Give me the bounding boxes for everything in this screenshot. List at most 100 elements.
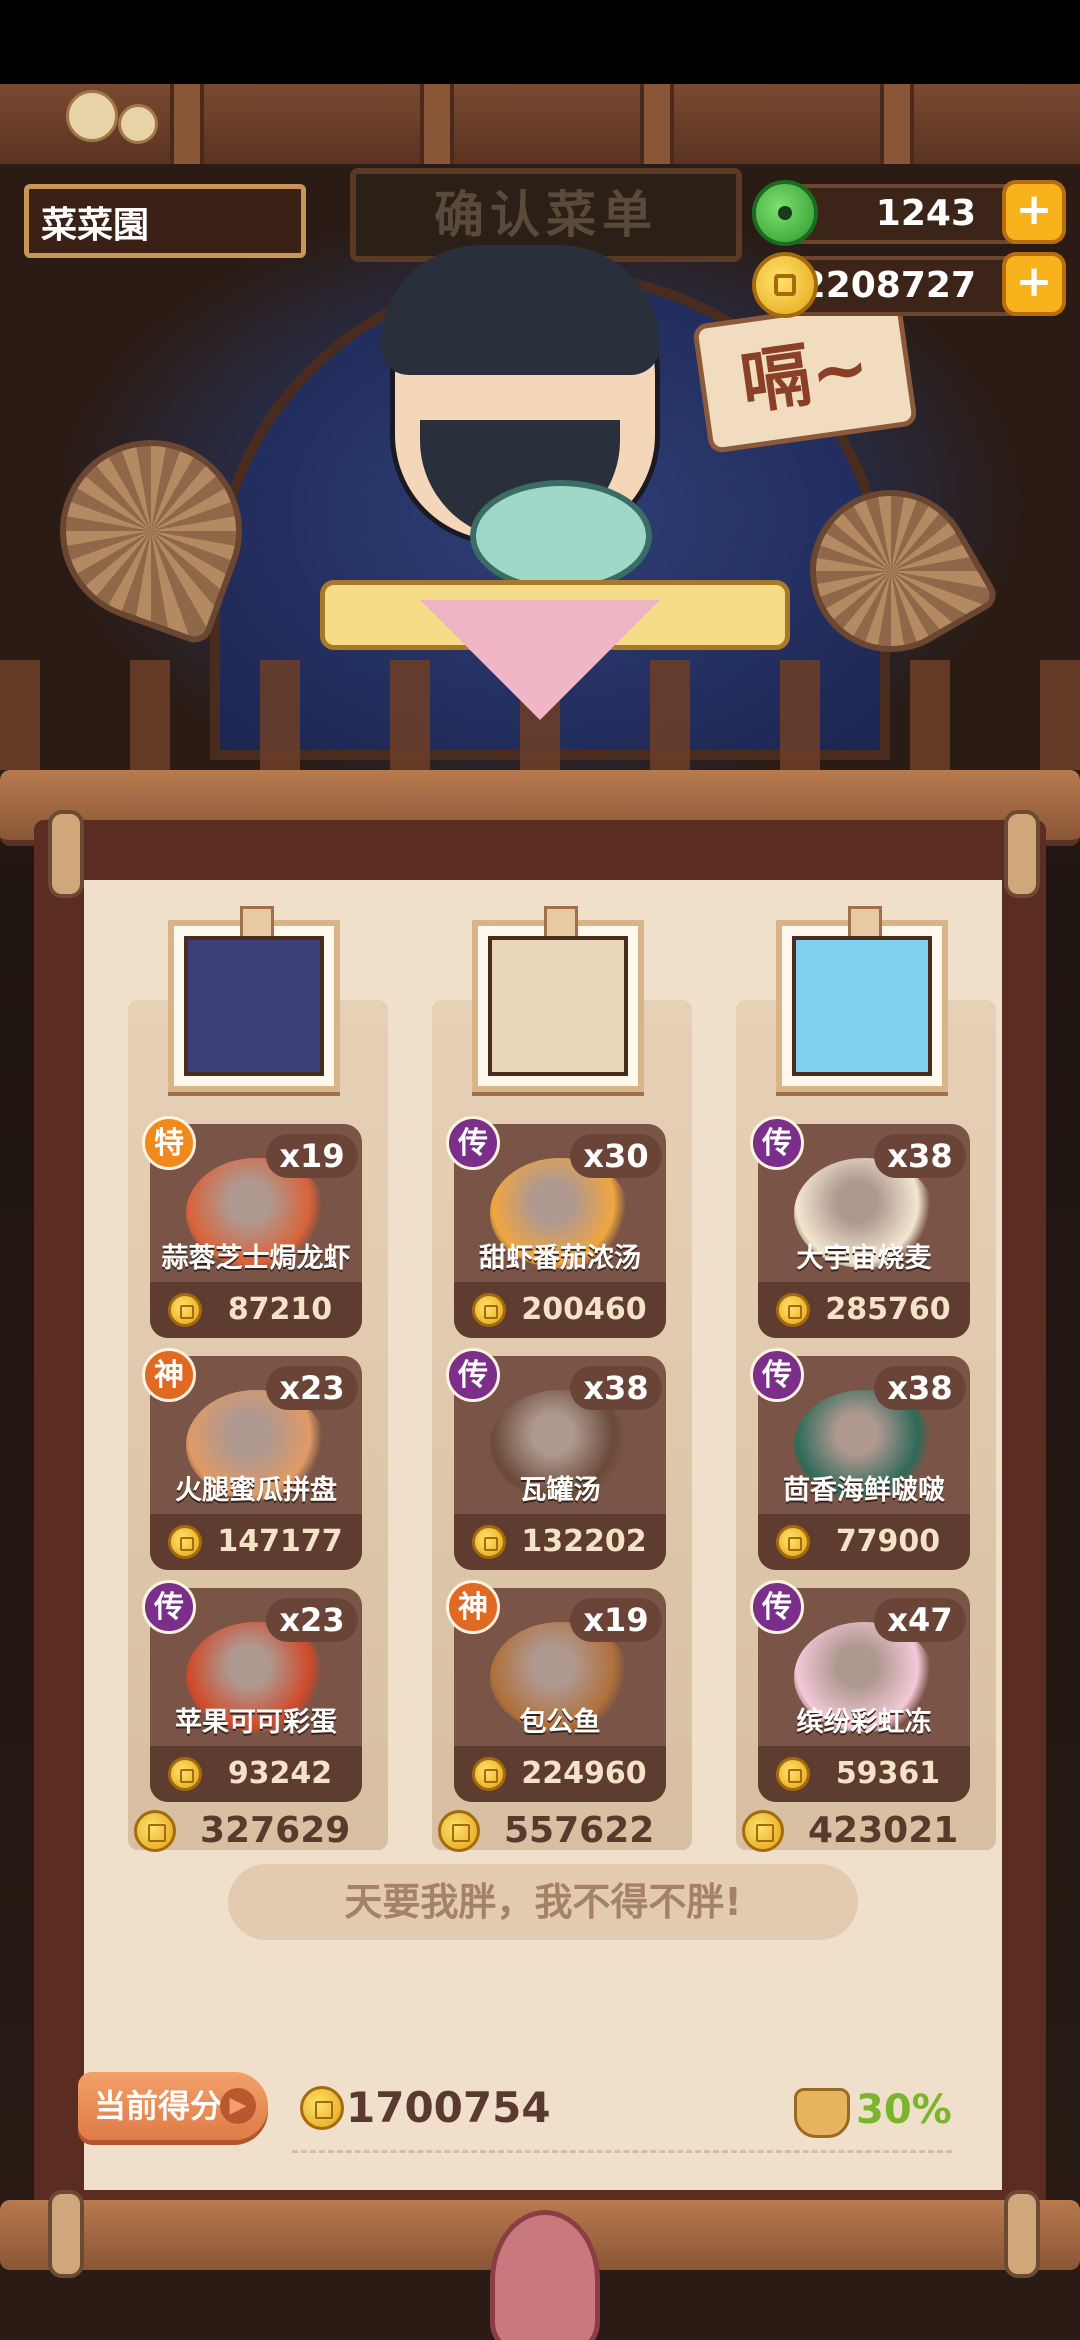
dish-name: 瓦罐汤: [519, 1475, 601, 1506]
beam-post: [420, 84, 454, 164]
game-screen: 确认菜单 嗝~ 菜菜園 1243 + 2208727 + 特 x19 蒜蓉芝士焗龙虾…: [0, 0, 1080, 2340]
decorative-knot-icon: [490, 2210, 600, 2340]
beam-post: [170, 84, 204, 164]
wooden-beam: [0, 84, 1080, 170]
dish-price: 59361: [835, 1756, 941, 1791]
dish-quantity: x23: [266, 1598, 358, 1642]
dish-name: 包公鱼: [519, 1707, 601, 1738]
price-bar: 285760: [758, 1282, 970, 1338]
coin-icon: [134, 1810, 176, 1852]
jade-amount: 1243: [875, 193, 976, 234]
coin-icon: [168, 1525, 202, 1559]
dish-card[interactable]: 传 x23 苹果可可彩蛋 93242: [142, 1580, 362, 1802]
customer-portrait[interactable]: [472, 906, 644, 1092]
price-bar: 93242: [150, 1746, 362, 1802]
rarity-badge: 传: [750, 1116, 804, 1170]
coin-amount: 2208727: [800, 265, 976, 306]
dish-card[interactable]: 神 x19 包公鱼 224960: [446, 1580, 666, 1802]
chick-icon: [66, 90, 118, 142]
customer-portrait[interactable]: [168, 906, 340, 1092]
coin-icon: [472, 1293, 506, 1327]
chef-hair: [380, 245, 660, 375]
pin-icon: [240, 906, 274, 940]
rarity-badge: 神: [142, 1348, 196, 1402]
chick-icon: [118, 104, 158, 144]
white-hair-man-portrait: [488, 936, 628, 1076]
restaurant-name[interactable]: 菜菜園: [24, 184, 306, 258]
add-jade-button[interactable]: +: [1002, 180, 1066, 244]
pin-icon: [544, 906, 578, 940]
dish-card[interactable]: 传 x38 瓦罐汤 132202: [446, 1348, 666, 1570]
dish-quantity: x38: [874, 1134, 966, 1178]
dish-name: 缤纷彩虹冻: [796, 1707, 932, 1738]
current-score-label: 当前得分: [94, 2087, 223, 2125]
price-bar: 59361: [758, 1746, 970, 1802]
beam-post: [640, 84, 674, 164]
blue-hair-girl-portrait: [792, 936, 932, 1076]
rod-end: [1004, 810, 1040, 898]
dish-price: 132202: [521, 1524, 647, 1559]
divider: [292, 2150, 952, 2153]
coin-icon: [300, 2086, 344, 2130]
dish-price: 87210: [227, 1292, 333, 1327]
rarity-badge: 传: [750, 1348, 804, 1402]
current-score-button[interactable]: 当前得分 ▶: [78, 2072, 268, 2140]
plate-icon: [470, 480, 652, 592]
coin-icon: [776, 1293, 810, 1327]
dish-name: 大宇宙烧麦: [796, 1243, 932, 1274]
rarity-badge: 神: [446, 1580, 500, 1634]
rarity-badge: 传: [750, 1580, 804, 1634]
dish-card[interactable]: 传 x30 甜虾番茄浓汤 200460: [446, 1116, 666, 1338]
dish-price: 224960: [521, 1756, 647, 1791]
column-total-value: 423021: [808, 1810, 959, 1851]
dish-name: 甜虾番茄浓汤: [479, 1243, 641, 1274]
dish-card[interactable]: 传 x38 茴香海鲜啵啵 77900: [750, 1348, 970, 1570]
price-bar: 224960: [454, 1746, 666, 1802]
coin-icon: [438, 1810, 480, 1852]
coin-icon: [168, 1757, 202, 1791]
price-bar: 132202: [454, 1514, 666, 1570]
dish-card[interactable]: 传 x38 大宇宙烧麦 285760: [750, 1116, 970, 1338]
dish-quantity: x47: [874, 1598, 966, 1642]
dish-price: 285760: [825, 1292, 951, 1327]
dish-quantity: x19: [570, 1598, 662, 1642]
dish-quantity: x30: [570, 1134, 662, 1178]
beam-post: [880, 84, 914, 164]
play-arrow-icon: ▶: [220, 2088, 256, 2124]
dish-card[interactable]: 特 x19 蒜蓉芝士焗龙虾 87210: [142, 1116, 362, 1338]
dish-quantity: x19: [266, 1134, 358, 1178]
rod-end: [48, 810, 84, 898]
pin-icon: [848, 906, 882, 940]
column-total-value: 557622: [504, 1810, 655, 1851]
coin-icon: [168, 1293, 202, 1327]
customer-portrait[interactable]: [776, 906, 948, 1092]
status-bar-area: [0, 0, 1080, 84]
total-score-value: 1700754: [346, 2083, 551, 2132]
dish-price: 77900: [835, 1524, 941, 1559]
price-bar: 147177: [150, 1514, 362, 1570]
price-bar: 87210: [150, 1282, 362, 1338]
dish-name: 蒜蓉芝士焗龙虾: [161, 1243, 351, 1274]
price-bar: 200460: [454, 1282, 666, 1338]
rarity-badge: 传: [446, 1116, 500, 1170]
rod-end: [48, 2190, 84, 2278]
coin-icon: [472, 1525, 506, 1559]
coin-icon: [776, 1525, 810, 1559]
jade-icon: [752, 180, 818, 246]
dish-card[interactable]: 神 x23 火腿蜜瓜拼盘 147177: [142, 1348, 362, 1570]
coin-currency: 2208727 +: [752, 252, 1066, 318]
dish-name: 苹果可可彩蛋: [175, 1707, 337, 1738]
price-bar: 77900: [758, 1514, 970, 1570]
coin-icon: [776, 1757, 810, 1791]
coin-icon: [752, 252, 818, 318]
bonus-percent: 30%: [856, 2087, 952, 2133]
dish-name: 茴香海鲜啵啵: [783, 1475, 945, 1506]
dish-quantity: x23: [266, 1366, 358, 1410]
dish-name: 火腿蜜瓜拼盘: [175, 1475, 337, 1506]
dish-quantity: x38: [570, 1366, 662, 1410]
dish-price: 200460: [521, 1292, 647, 1327]
rod-end: [1004, 2190, 1040, 2278]
add-coin-button[interactable]: +: [1002, 252, 1066, 316]
rarity-badge: 传: [446, 1348, 500, 1402]
dish-card[interactable]: 传 x47 缤纷彩虹冻 59361: [750, 1580, 970, 1802]
